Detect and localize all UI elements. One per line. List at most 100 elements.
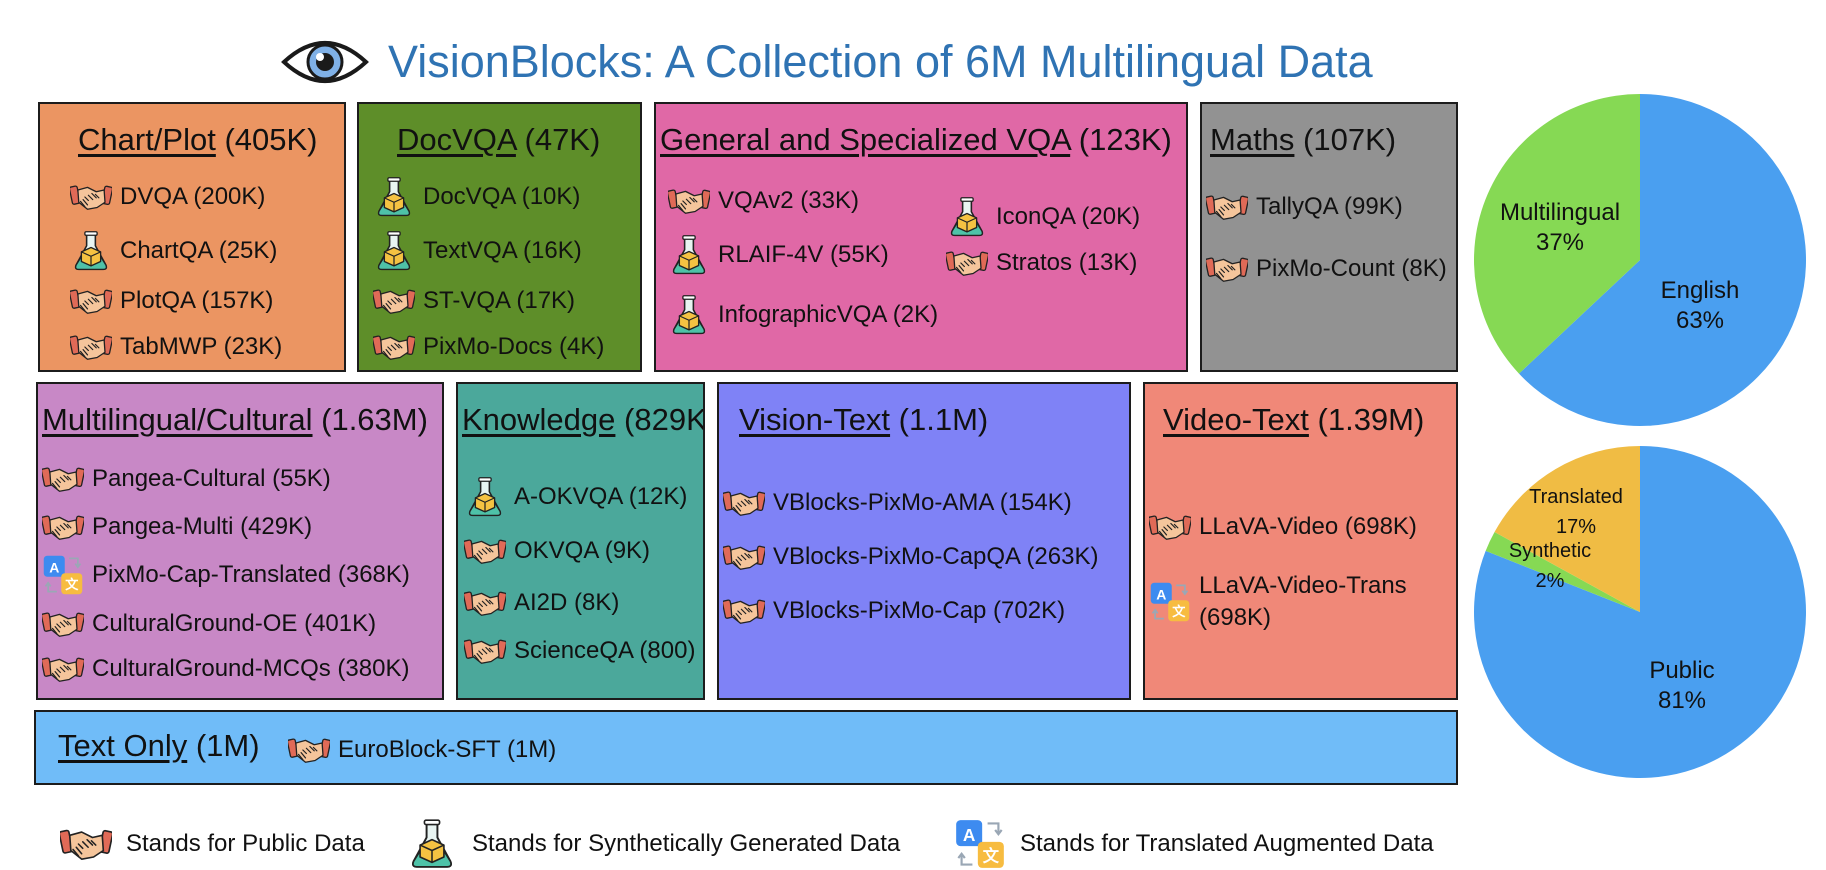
flask-icon — [373, 176, 415, 218]
handshake-icon — [668, 180, 710, 222]
dataset-label: CulturalGround-MCQs (380K) — [92, 655, 410, 682]
legend-label: Stands for Translated Augmented Data — [1020, 830, 1434, 857]
dataset-label: EuroBlock-SFT (1M) — [338, 736, 557, 763]
handshake-icon — [464, 530, 506, 572]
dataset-label: IconQA (20K) — [996, 203, 1141, 230]
category-size: (47K) — [515, 122, 601, 157]
handshake-icon — [373, 280, 415, 322]
category-box-video: Video-Text (1.39M) LLaVA-Video (698K) A 文 LL… — [1143, 382, 1458, 700]
flask-icon — [668, 294, 710, 336]
category-size: (1.63M) — [312, 402, 428, 437]
svg-text:文: 文 — [1172, 603, 1186, 620]
category-box-maths: Maths (107K) TallyQA (99K) PixMo-Count (8K… — [1200, 102, 1458, 372]
category-name: DocVQA — [397, 122, 516, 157]
category-title: Video-Text (1.39M) — [1163, 402, 1424, 438]
dataset-label: DocVQA (10K) — [423, 183, 581, 210]
pie-slice-percent: 63% — [1675, 307, 1725, 334]
handshake-icon — [1149, 506, 1191, 548]
dataset-item: A 文 PixMo-Cap-Translated (368K) — [42, 554, 410, 596]
dataset-item: OKVQA (9K) — [464, 530, 650, 572]
dataset-item: ChartQA (25K) — [70, 230, 277, 272]
category-name: Text Only — [58, 728, 188, 763]
category-size: (1.1M) — [890, 402, 989, 437]
category-name: Video-Text — [1163, 402, 1309, 437]
category-name: Vision-Text — [739, 402, 891, 437]
category-box-docvqa: DocVQA (47K) DocVQA (10K) TextVQA (16K) ST-… — [357, 102, 642, 372]
handshake-icon — [70, 280, 112, 322]
category-box-multi: Multilingual/Cultural (1.63M) Pangea-Cult… — [36, 382, 444, 700]
handshake-icon — [70, 176, 112, 218]
pie-slice-percent: 37% — [1535, 229, 1585, 256]
category-name: Maths — [1210, 122, 1295, 157]
dataset-item: DVQA (200K) — [70, 176, 265, 218]
english-multilingual-pie-chart — [1474, 94, 1806, 426]
category-name: General and Specialized VQA — [660, 122, 1071, 157]
dataset-item: Stratos (13K) — [946, 242, 1137, 284]
dataset-item: A 文 LLaVA-Video-Trans (698K) — [1149, 570, 1407, 634]
legend-label: Stands for Synthetically Generated Data — [472, 830, 901, 857]
dataset-item: CulturalGround-OE (401K) — [42, 603, 376, 645]
category-size: (123K) — [1070, 122, 1172, 157]
pie-label-public: Public 81% — [1649, 656, 1714, 716]
handshake-icon — [373, 326, 415, 368]
category-title: Chart/Plot (405K) — [78, 122, 318, 158]
handshake-icon — [1206, 186, 1248, 228]
category-size: (405K) — [215, 122, 318, 157]
dataset-label: PixMo-Docs (4K) — [423, 333, 605, 360]
translate-icon: A文 — [954, 818, 1006, 870]
category-size: (107K) — [1294, 122, 1397, 157]
dataset-label: PixMo-Cap-Translated (368K) — [92, 561, 410, 588]
svg-text:文: 文 — [983, 846, 1000, 865]
public-synthetic-translated-pie-chart — [1474, 446, 1806, 778]
category-box-knowledge: Knowledge (829K) A-OKVQA (12K) OKVQA (9K) A… — [456, 382, 705, 700]
dataset-label: VBlocks-PixMo-Cap (702K) — [773, 597, 1066, 624]
handshake-icon — [723, 590, 765, 632]
dataset-item: TallyQA (99K) — [1206, 186, 1403, 228]
dataset-item: ScienceQA (800) — [464, 630, 695, 672]
dataset-label: ScienceQA (800) — [514, 637, 696, 664]
dataset-item: A-OKVQA (12K) — [464, 476, 687, 518]
dataset-item: Pangea-Cultural (55K) — [42, 458, 331, 500]
dataset-label: ST-VQA (17K) — [423, 287, 576, 314]
handshake-icon — [464, 630, 506, 672]
handshake-icon — [723, 536, 765, 578]
dataset-label: VQAv2 (33K) — [718, 187, 859, 214]
category-title: Vision-Text (1.1M) — [739, 402, 988, 438]
category-name: Knowledge — [462, 402, 616, 437]
dataset-label: CulturalGround-OE (401K) — [92, 610, 377, 637]
dataset-item: AI2D (8K) — [464, 582, 619, 624]
dataset-item: LLaVA-Video (698K) — [1149, 506, 1417, 548]
dataset-item: VBlocks-PixMo-Cap (702K) — [723, 590, 1065, 632]
dataset-item: DocVQA (10K) — [373, 176, 580, 218]
handshake-icon — [70, 326, 112, 368]
dataset-label: TallyQA (99K) — [1256, 193, 1403, 220]
dataset-label: Pangea-Cultural (55K) — [92, 465, 331, 492]
handshake-icon — [723, 482, 765, 524]
pie-slice-name: English — [1660, 277, 1740, 304]
flask-icon — [373, 230, 415, 272]
handshake-icon — [288, 729, 330, 771]
handshake-icon — [42, 458, 84, 500]
dataset-item: RLAIF-4V (55K) — [668, 234, 889, 276]
page-title: VisionBlocks: A Collection of 6M Multili… — [388, 36, 1373, 87]
category-title: Maths (107K) — [1210, 122, 1396, 158]
svg-text:A: A — [963, 825, 976, 845]
category-name: Multilingual/Cultural — [42, 402, 313, 437]
dataset-label: PixMo-Count (8K) — [1256, 255, 1447, 282]
dataset-label: TextVQA (16K) — [423, 237, 582, 264]
category-title: DocVQA (47K) — [397, 122, 600, 158]
category-title: General and Specialized VQA (123K) — [660, 122, 1172, 158]
dataset-item: VBlocks-PixMo-AMA (154K) — [723, 482, 1072, 524]
dataset-item: ST-VQA (17K) — [373, 280, 575, 322]
handshake-icon — [42, 603, 84, 645]
category-title: Text Only (1M) — [58, 728, 260, 764]
dataset-item: CulturalGround-MCQs (380K) — [42, 648, 409, 690]
dataset-item: PixMo-Docs (4K) — [373, 326, 604, 368]
dataset-label: RLAIF-4V (55K) — [718, 241, 889, 268]
pie-label-synthetic: Synthetic 2% — [1509, 536, 1591, 596]
dataset-item: VQAv2 (33K) — [668, 180, 859, 222]
dataset-label: VBlocks-PixMo-AMA (154K) — [773, 489, 1072, 516]
handshake-icon — [60, 818, 112, 870]
dataset-item: TabMWP (23K) — [70, 326, 282, 368]
handshake-icon — [42, 648, 84, 690]
